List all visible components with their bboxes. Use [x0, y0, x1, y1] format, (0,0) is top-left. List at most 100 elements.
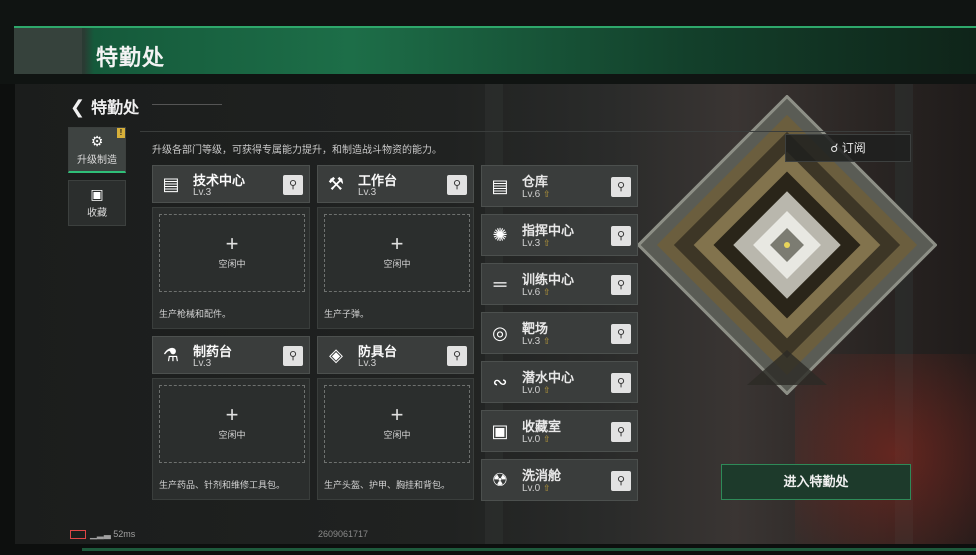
plus-icon: + — [225, 402, 239, 427]
tab-collection[interactable]: ▣ 收藏 — [68, 180, 126, 226]
signal-icon: ▁▂▃ — [90, 529, 111, 539]
upgrade-arrow-icon: ⇧ — [543, 434, 551, 444]
search-icon[interactable]: ⚲ — [283, 346, 303, 366]
card-level: Lv.0 ⇧ — [522, 385, 551, 396]
bottom-accent-bar — [82, 548, 976, 551]
upgrade-arrow-icon: ⇧ — [543, 238, 551, 248]
card-header-tech-center[interactable]: ▤ 技术中心 Lv.3 ⚲ — [152, 165, 310, 203]
search-icon[interactable]: ⚲ — [611, 422, 631, 442]
warehouse-icon: ▤ — [491, 176, 509, 196]
enter-special-ops-button[interactable]: 进入特勤处 — [721, 464, 911, 500]
search-icon[interactable]: ⚲ — [447, 346, 467, 366]
slot-status: 空闲中 — [383, 259, 411, 269]
card-command-center[interactable]: ✺ 指挥中心 Lv.3 ⇧ ⚲ — [481, 214, 638, 256]
card-level: Lv.3 ⇧ — [522, 238, 551, 249]
production-slot[interactable]: + 空闲中 — [324, 385, 470, 463]
level-value: Lv.6 — [522, 287, 541, 298]
card-level: Lv.3 ⇧ — [522, 336, 551, 347]
card-warehouse[interactable]: ▤ 仓库 Lv.6 ⇧ ⚲ — [481, 165, 638, 207]
tab-label: 收藏 — [87, 208, 107, 219]
dumbbell-icon: ═ — [493, 274, 507, 294]
subscribe-button[interactable]: ☌ 订阅 — [785, 134, 911, 162]
card-level: Lv.0 ⇧ — [522, 434, 551, 445]
slot-status: 空闲中 — [218, 259, 246, 269]
header-title: 特勤处 — [91, 100, 140, 117]
card-header-workbench[interactable]: ⚒ 工作台 Lv.3 ⚲ — [317, 165, 474, 203]
card-name: 收藏室 — [522, 419, 562, 434]
search-icon[interactable]: ⚲ — [283, 175, 303, 195]
card-decontamination[interactable]: ☢ 洗消舱 Lv.0 ⇧ ⚲ — [481, 459, 638, 501]
search-icon[interactable]: ⚲ — [611, 324, 631, 344]
production-slot[interactable]: + 空闲中 — [159, 214, 305, 292]
level-value: Lv.3 — [522, 238, 541, 249]
card-header-pharmacy[interactable]: ⚗ 制药台 Lv.3 ⚲ — [152, 336, 310, 374]
search-icon[interactable]: ⚲ — [611, 275, 631, 295]
production-slot[interactable]: + 空闲中 — [159, 385, 305, 463]
card-level: Lv.3 — [193, 187, 212, 198]
command-icon: ✺ — [492, 225, 508, 245]
card-name: 训练中心 — [522, 272, 575, 287]
tech-icon: ▤ — [162, 174, 180, 194]
title-bar: 特勤处 — [0, 0, 976, 84]
card-body-tech-center: + 空闲中 生产枪械和配件。 — [152, 207, 310, 329]
tab-label: 升级制造 — [77, 155, 117, 166]
plus-icon: + — [225, 231, 239, 256]
card-level: Lv.0 ⇧ — [522, 483, 551, 494]
diving-icon: ∾ — [492, 372, 508, 392]
card-body-workbench: + 空闲中 生产子弹。 — [317, 207, 474, 329]
card-header-armor-bench[interactable]: ◈ 防具台 Lv.3 ⚲ — [317, 336, 474, 374]
page-title: 特勤处 — [96, 45, 166, 70]
search-icon[interactable]: ⚲ — [611, 373, 631, 393]
card-level: Lv.3 — [358, 187, 377, 198]
card-name: 指挥中心 — [522, 223, 575, 238]
card-level: Lv.3 — [193, 358, 212, 369]
tab-upgrade-manufacture[interactable]: ! ⚙ 升级制造 — [68, 127, 126, 173]
upgrade-arrow-icon: ⇧ — [543, 483, 551, 493]
card-body-armor-bench: + 空闲中 生产头盔、护甲、胸挂和背包。 — [317, 378, 474, 500]
level-value: Lv.0 — [522, 385, 541, 396]
card-description: 生产枪械和配件。 — [159, 309, 232, 319]
production-slot[interactable]: + 空闲中 — [324, 214, 470, 292]
slot-status: 空闲中 — [383, 430, 411, 440]
collection-icon: ▣ — [90, 186, 104, 202]
card-description: 生产头盔、护甲、胸挂和背包。 — [324, 480, 451, 490]
upgrade-arrow-icon: ⇧ — [543, 189, 551, 199]
description-divider — [140, 131, 910, 132]
header-underline — [152, 104, 222, 105]
collection-room-icon: ▣ — [491, 421, 509, 441]
card-diving-center[interactable]: ∾ 潜水中心 Lv.0 ⇧ ⚲ — [481, 361, 638, 403]
search-icon[interactable]: ⚲ — [447, 175, 467, 195]
card-description: 生产药品、针剂和维修工具包。 — [159, 480, 286, 490]
card-level: Lv.6 ⇧ — [522, 287, 551, 298]
microscope-icon: ⚗ — [162, 345, 180, 365]
back-chevron-icon: ❮ — [70, 97, 86, 117]
slot-status: 空闲中 — [218, 430, 246, 440]
card-description: 生产子弹。 — [324, 309, 370, 319]
card-body-pharmacy: + 空闲中 生产药品、针剂和维修工具包。 — [152, 378, 310, 500]
level-value: Lv.6 — [522, 189, 541, 200]
search-icon[interactable]: ⚲ — [611, 177, 631, 197]
back-button[interactable]: ❮ 特勤处 — [70, 94, 139, 118]
card-collection-room[interactable]: ▣ 收藏室 Lv.0 ⇧ ⚲ — [481, 410, 638, 452]
level-value: Lv.0 — [522, 434, 541, 445]
level-value: Lv.3 — [522, 336, 541, 347]
target-icon: ◎ — [492, 323, 508, 343]
search-icon[interactable]: ⚲ — [611, 226, 631, 246]
bell-icon: ☌ — [830, 141, 839, 155]
upgrade-arrow-icon: ⇧ — [543, 287, 551, 297]
card-name: 潜水中心 — [522, 370, 575, 385]
battery-icon — [70, 530, 86, 540]
title-strip-tab — [14, 28, 82, 74]
card-training-center[interactable]: ═ 训练中心 Lv.6 ⇧ ⚲ — [481, 263, 638, 305]
department-description: 升级各部门等级，可获得专属能力提升，和制造战斗物资的能力。 — [152, 145, 442, 156]
notification-badge: ! — [117, 128, 125, 138]
ping-value: 52ms — [113, 529, 136, 539]
card-level: Lv.6 ⇧ — [522, 189, 551, 200]
card-name: 洗消舱 — [522, 468, 562, 483]
search-icon[interactable]: ⚲ — [611, 471, 631, 491]
plus-icon: + — [390, 231, 404, 256]
decon-icon: ☢ — [491, 470, 509, 490]
card-shooting-range[interactable]: ◎ 靶场 Lv.3 ⇧ ⚲ — [481, 312, 638, 354]
card-level: Lv.3 — [358, 358, 377, 369]
upgrade-arrow-icon: ⇧ — [543, 336, 551, 346]
